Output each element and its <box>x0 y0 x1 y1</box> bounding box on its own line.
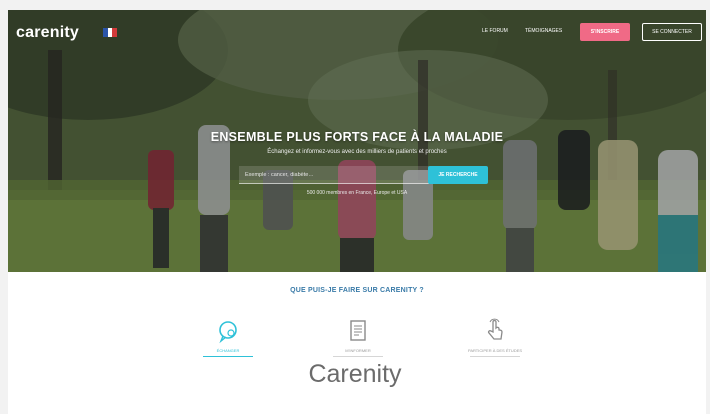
hand-pointer-icon <box>487 318 503 340</box>
hero-subtitle: Échangez et informez-vous avec des milli… <box>267 149 447 155</box>
hero-title: ENSEMBLE PLUS FORTS FACE À LA MALADIE <box>210 130 504 144</box>
language-flag-icon[interactable] <box>103 28 118 37</box>
feature-underline <box>470 356 520 357</box>
hero-banner: carenity LE FORUM TÉMOIGNAGES S'INSCRIRE… <box>8 10 706 272</box>
hero-secondary-link[interactable]: 500 000 membres en France, Europe et USA <box>8 190 706 196</box>
feature-underline <box>333 356 383 357</box>
feature-inform[interactable]: M'INFORMER <box>323 318 393 358</box>
nav-link-testimonials[interactable]: TÉMOIGNAGES <box>525 28 562 34</box>
carenity-logo[interactable]: carenity <box>16 24 79 42</box>
document-icon <box>350 320 366 341</box>
feature-label: M'INFORMER <box>345 348 371 353</box>
image-caption: Carenity <box>308 360 402 388</box>
section-title: QUE PUIS-JE FAIRE SUR CARENITY ? <box>290 287 424 294</box>
disease-search-input[interactable] <box>239 166 429 184</box>
signup-button[interactable]: S'INSCRIRE <box>580 23 630 41</box>
feature-label: ÉCHANGER <box>216 348 240 353</box>
feature-participate[interactable]: PARTICIPER À DES ÉTUDES <box>460 318 530 358</box>
search-button[interactable]: JE RECHERCHE <box>428 166 488 184</box>
chat-bubble-icon <box>219 321 237 344</box>
flag-stripe-red <box>112 28 118 37</box>
feature-underline <box>203 356 253 357</box>
nav-link-forum[interactable]: LE FORUM <box>482 28 508 34</box>
login-button[interactable]: SE CONNECTER <box>642 23 702 41</box>
feature-exchange[interactable]: ÉCHANGER <box>193 318 263 358</box>
feature-label: PARTICIPER À DES ÉTUDES <box>467 348 523 353</box>
screenshot-frame: carenity LE FORUM TÉMOIGNAGES S'INSCRIRE… <box>8 10 706 414</box>
top-navigation: carenity LE FORUM TÉMOIGNAGES S'INSCRIRE… <box>8 10 706 56</box>
